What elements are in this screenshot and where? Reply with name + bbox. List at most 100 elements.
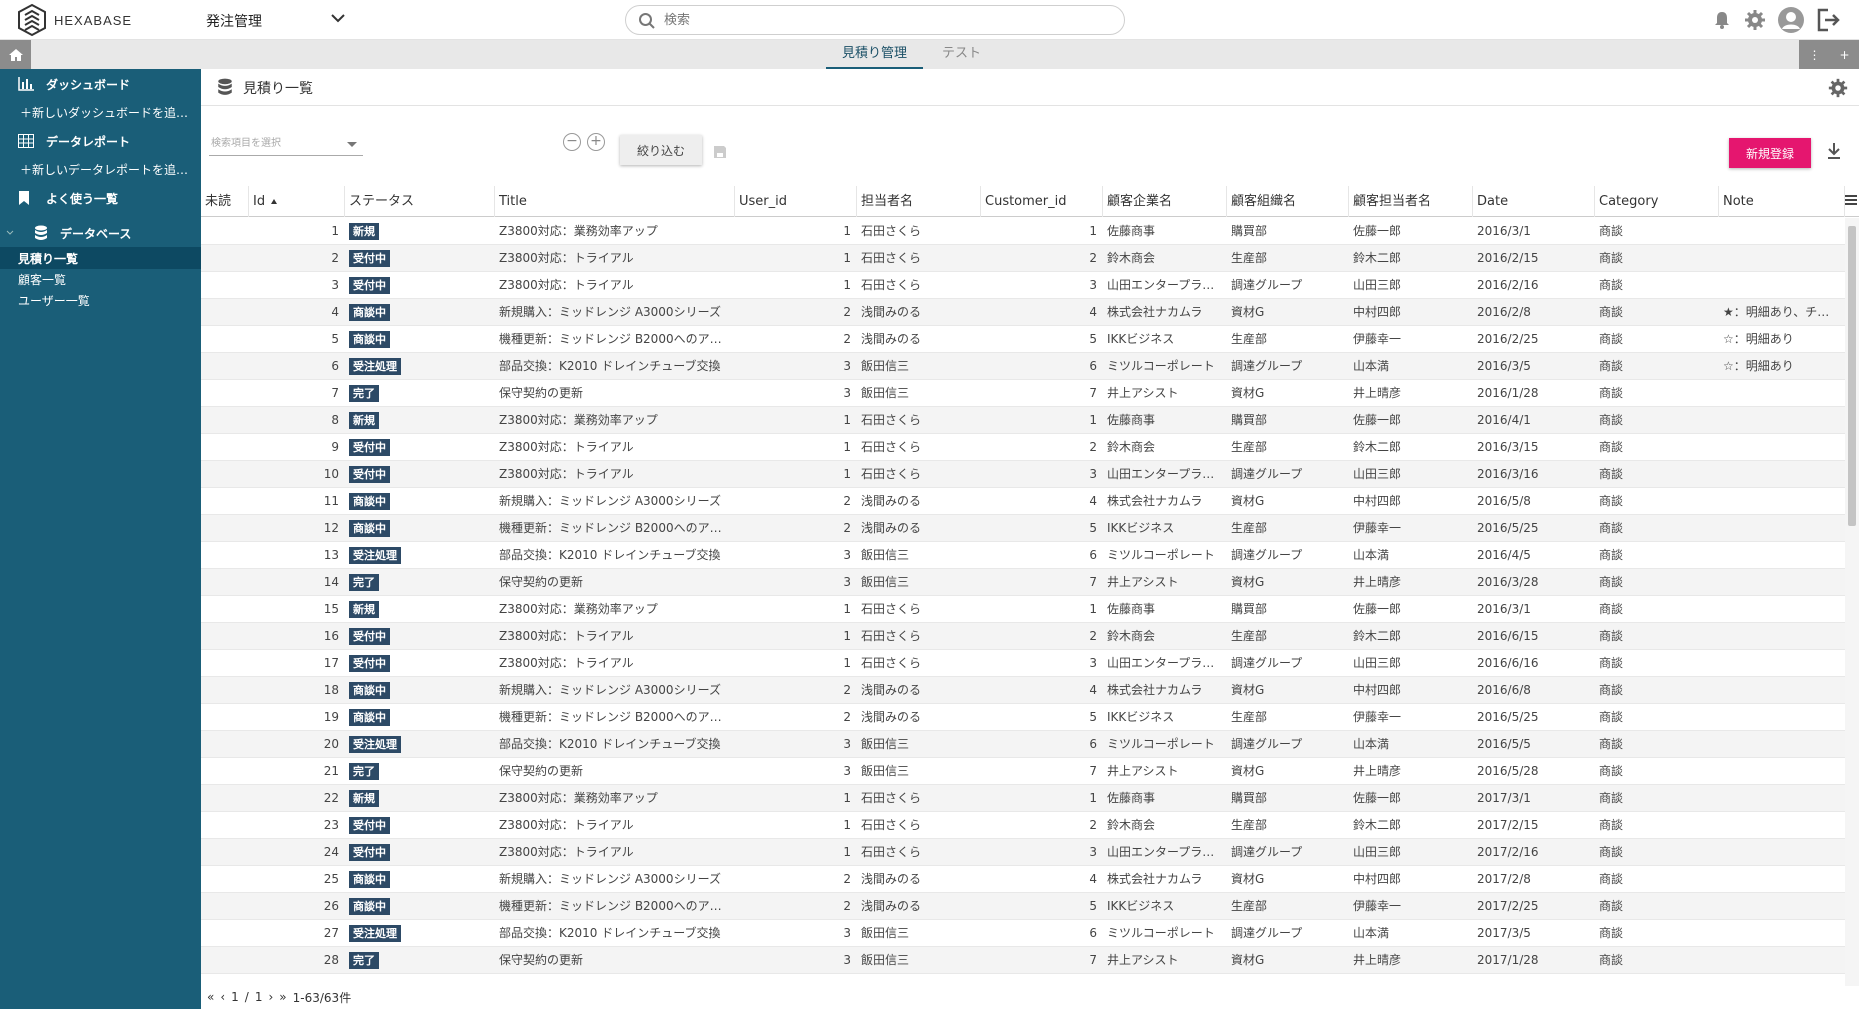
- column-header[interactable]: Id: [249, 186, 345, 217]
- table-cell: Z3800対応：トライアル: [499, 629, 634, 643]
- logo[interactable]: HEXABASE: [16, 3, 132, 37]
- sidebar-item-user-list[interactable]: ユーザー一覧: [0, 289, 201, 311]
- add-tab-icon[interactable]: +: [1839, 48, 1849, 62]
- current-page: 1: [231, 990, 239, 1004]
- table-row[interactable]: 28 完了 保守契約の更新 3 飯田信三 7 井上アシスト 資材G 井上晴彦 2017/1/28 商…: [201, 947, 1845, 974]
- app-selector[interactable]: 発注管理: [206, 11, 345, 31]
- prev-page-icon[interactable]: ‹: [220, 990, 225, 1004]
- table-row[interactable]: 13 受注処理 部品交換：K2010 ドレインチューブ交換 3 飯田信三 6 ミツルコーポレ…: [201, 542, 1845, 569]
- column-menu-icon[interactable]: [1845, 194, 1859, 209]
- column-header-label: ステータス: [349, 194, 415, 209]
- filter-field-select[interactable]: 検索項目を選択: [209, 132, 363, 156]
- table-row[interactable]: 10 受付中 Z3800対応：トライアル 1 石田さくら 3 山田エンタープラ… 調達グループ…: [201, 461, 1845, 488]
- table-cell: 飯田信三: [861, 953, 910, 967]
- table-row[interactable]: 11 商談中 新規購入：ミッドレンジ A3000シリーズ 2 浅間みのる 4 株式会社ナカム…: [201, 488, 1845, 515]
- sidebar-item-favorites[interactable]: よく使う一覧: [0, 187, 201, 209]
- table-row[interactable]: 8 新規 Z3800対応：業務効率アップ 1 石田さくら 1 佐藤商事 購買部 佐藤一郎 2016…: [201, 407, 1845, 434]
- table-row[interactable]: 1 新規 Z3800対応：業務効率アップ 1 石田さくら 1 佐藤商事 購買部 佐藤一郎 2016…: [201, 218, 1845, 245]
- table-row[interactable]: 26 商談中 機種更新：ミッドレンジ B2000へのア… 2 浅間みのる 5 IKKビジネス…: [201, 893, 1845, 920]
- download-icon[interactable]: [1826, 142, 1842, 160]
- table-row[interactable]: 18 商談中 新規購入：ミッドレンジ A3000シリーズ 2 浅間みのる 4 株式会社ナカム…: [201, 677, 1845, 704]
- table-cell: 商談: [1599, 494, 1624, 508]
- table-row[interactable]: 16 受付中 Z3800対応：トライアル 1 石田さくら 2 鈴木商会 生産部 鈴木二郎 2016…: [201, 623, 1845, 650]
- table-cell: [205, 704, 243, 731]
- gear-icon[interactable]: [1743, 8, 1767, 32]
- plus-circle-icon[interactable]: +: [587, 133, 605, 151]
- sidebar-item-add-datareport[interactable]: ＋新しいデータレポートを追…: [0, 158, 201, 180]
- table-row[interactable]: 25 商談中 新規購入：ミッドレンジ A3000シリーズ 2 浅間みのる 4 株式会社ナカム…: [201, 866, 1845, 893]
- table-cell: 生産部: [1231, 521, 1268, 535]
- bell-icon[interactable]: [1711, 9, 1733, 31]
- minus-circle-icon[interactable]: −: [563, 133, 581, 151]
- logout-icon[interactable]: [1815, 7, 1841, 33]
- column-header[interactable]: 未読: [201, 186, 249, 217]
- table-row[interactable]: 27 受注処理 部品交換：K2010 ドレインチューブ交換 3 飯田信三 6 ミツルコーポレ…: [201, 920, 1845, 947]
- save-icon[interactable]: [713, 145, 727, 159]
- more-vertical-icon[interactable]: ⋮: [1808, 48, 1820, 62]
- table-cell: 石田さくら: [861, 224, 922, 238]
- column-header[interactable]: Category: [1595, 186, 1719, 217]
- vertical-scrollbar[interactable]: [1845, 218, 1859, 986]
- column-header[interactable]: 担当者名: [857, 186, 981, 217]
- table-row[interactable]: 3 受付中 Z3800対応：トライアル 1 石田さくら 3 山田エンタープラ… 調達グループ 山…: [201, 272, 1845, 299]
- table-row[interactable]: 12 商談中 機種更新：ミッドレンジ B2000へのア… 2 浅間みのる 5 IKKビジネス…: [201, 515, 1845, 542]
- apply-filter-button[interactable]: 絞り込む: [620, 135, 702, 165]
- next-page-icon[interactable]: ›: [268, 990, 273, 1004]
- table-cell: 3: [843, 764, 851, 778]
- table-row[interactable]: 7 完了 保守契約の更新 3 飯田信三 7 井上アシスト 資材G 井上晴彦 2016/1/28 商談: [201, 380, 1845, 407]
- table-row[interactable]: 23 受付中 Z3800対応：トライアル 1 石田さくら 2 鈴木商会 生産部 鈴木二郎 2017…: [201, 812, 1845, 839]
- table-cell: 石田さくら: [861, 278, 922, 292]
- table-row[interactable]: 22 新規 Z3800対応：業務効率アップ 1 石田さくら 1 佐藤商事 購買部 佐藤一郎 201…: [201, 785, 1845, 812]
- table-cell: 3: [843, 953, 851, 967]
- column-header[interactable]: Note: [1719, 186, 1845, 217]
- search-box[interactable]: [625, 5, 1125, 35]
- scrollbar-thumb[interactable]: [1848, 226, 1856, 526]
- column-header[interactable]: 顧客組織名: [1227, 186, 1349, 217]
- tab-quote-management[interactable]: 見積り管理: [826, 40, 924, 69]
- table-cell: 4: [1089, 494, 1097, 508]
- gear-icon[interactable]: [1827, 77, 1849, 99]
- table-row[interactable]: 17 受付中 Z3800対応：トライアル 1 石田さくら 3 山田エンタープラ… 調達グループ…: [201, 650, 1845, 677]
- sidebar-item-customer-list[interactable]: 顧客一覧: [0, 268, 201, 290]
- column-header[interactable]: User_id: [735, 186, 857, 217]
- table-row[interactable]: 24 受付中 Z3800対応：トライアル 1 石田さくら 3 山田エンタープラ… 調達グループ…: [201, 839, 1845, 866]
- table-row[interactable]: 15 新規 Z3800対応：業務効率アップ 1 石田さくら 1 佐藤商事 購買部 佐藤一郎 201…: [201, 596, 1845, 623]
- search-input[interactable]: [664, 10, 1104, 30]
- column-header[interactable]: Customer_id: [981, 186, 1103, 217]
- column-header[interactable]: ステータス: [345, 186, 495, 217]
- column-header[interactable]: 顧客企業名: [1103, 186, 1227, 217]
- table-cell: 2: [843, 494, 851, 508]
- sidebar-item-add-dashboard[interactable]: ＋新しいダッシュボードを追…: [0, 101, 201, 123]
- table-cell: 2016/3/15: [1477, 440, 1539, 454]
- sidebar-item-label: データレポート: [46, 134, 131, 149]
- first-page-icon[interactable]: «: [207, 990, 214, 1004]
- home-button[interactable]: [0, 40, 31, 69]
- column-header[interactable]: Date: [1473, 186, 1595, 217]
- sidebar-item-quote-list[interactable]: 見積り一覧: [0, 247, 201, 269]
- sidebar-item-database[interactable]: データベース: [0, 222, 201, 244]
- table-row[interactable]: 9 受付中 Z3800対応：トライアル 1 石田さくら 2 鈴木商会 生産部 鈴木二郎 2016/…: [201, 434, 1845, 461]
- table-cell: 11: [323, 494, 339, 508]
- avatar[interactable]: [1777, 6, 1805, 34]
- table-cell: 飯田信三: [861, 386, 910, 400]
- status-badge: 受付中: [349, 250, 390, 267]
- table-cell: 商談: [1599, 521, 1624, 535]
- table-cell: 受注処理: [349, 542, 489, 569]
- table-row[interactable]: 2 受付中 Z3800対応：トライアル 1 石田さくら 2 鈴木商会 生産部 鈴木二郎 2016/…: [201, 245, 1845, 272]
- table-row[interactable]: 20 受注処理 部品交換：K2010 ドレインチューブ交換 3 飯田信三 6 ミツルコーポレ…: [201, 731, 1845, 758]
- table-cell: 浅間みのる: [861, 899, 922, 913]
- column-header[interactable]: 顧客担当者名: [1349, 186, 1473, 217]
- column-header[interactable]: Title: [495, 186, 735, 217]
- table-row[interactable]: 5 商談中 機種更新：ミッドレンジ B2000へのア… 2 浅間みのる 5 IKKビジネス 生…: [201, 326, 1845, 353]
- table-cell: 2017/2/15: [1477, 818, 1539, 832]
- table-row[interactable]: 19 商談中 機種更新：ミッドレンジ B2000へのア… 2 浅間みのる 5 IKKビジネス…: [201, 704, 1845, 731]
- last-page-icon[interactable]: »: [279, 990, 286, 1004]
- table-row[interactable]: 4 商談中 新規購入：ミッドレンジ A3000シリーズ 2 浅間みのる 4 株式会社ナカムラ…: [201, 299, 1845, 326]
- table-row[interactable]: 21 完了 保守契約の更新 3 飯田信三 7 井上アシスト 資材G 井上晴彦 2016/5/28 商…: [201, 758, 1845, 785]
- sidebar-item-dashboard[interactable]: ダッシュボード: [0, 73, 201, 95]
- new-record-button[interactable]: 新規登録: [1729, 138, 1811, 168]
- table-row[interactable]: 14 完了 保守契約の更新 3 飯田信三 7 井上アシスト 資材G 井上晴彦 2016/3/28 商…: [201, 569, 1845, 596]
- tab-test[interactable]: テスト: [926, 40, 997, 69]
- sidebar-item-datareport[interactable]: データレポート: [0, 130, 201, 152]
- table-row[interactable]: 6 受注処理 部品交換：K2010 ドレインチューブ交換 3 飯田信三 6 ミツルコーポレー…: [201, 353, 1845, 380]
